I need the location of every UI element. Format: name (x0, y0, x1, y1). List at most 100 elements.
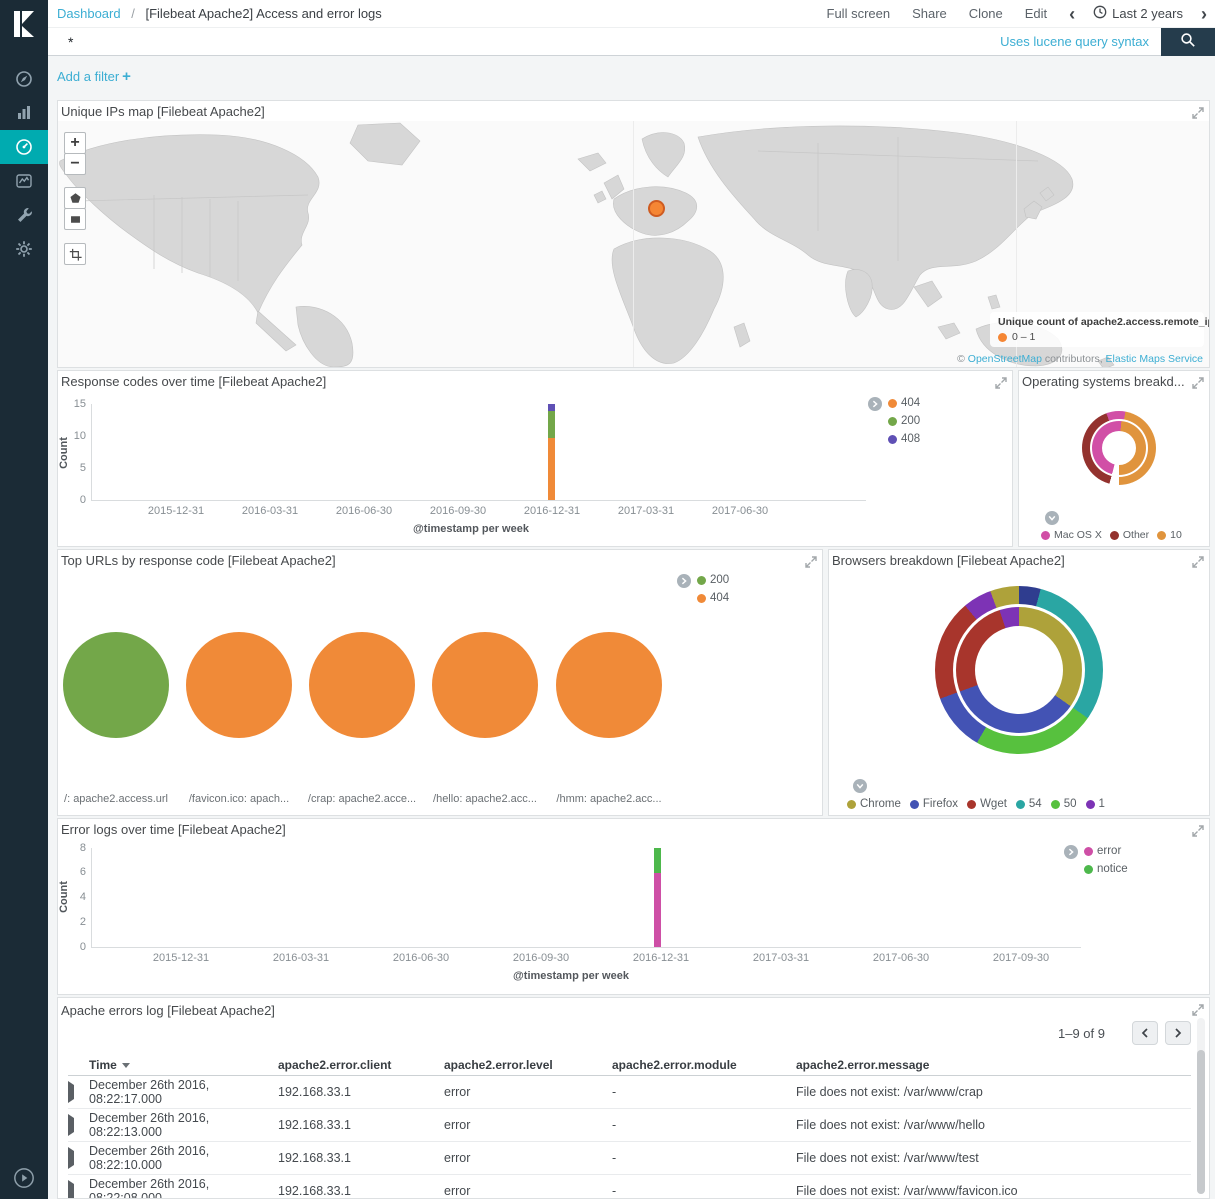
y-tick: 5 (62, 462, 86, 474)
legend-label: 10 (1170, 529, 1182, 541)
legend-label: 200 (901, 415, 920, 427)
row-expand-icon[interactable] (68, 1114, 74, 1136)
legend-item-404[interactable]: 404 (888, 397, 920, 409)
crop-tool-button[interactable] (64, 243, 86, 265)
expand-panel-icon[interactable] (1192, 376, 1204, 388)
search-button[interactable] (1161, 28, 1215, 56)
zoom-out-button[interactable]: − (64, 153, 86, 175)
legend-label: Firefox (923, 798, 958, 810)
openstreetmap-link[interactable]: OpenStreetMap (968, 353, 1042, 365)
pie-url-crap[interactable] (309, 632, 415, 738)
legend-dot (847, 800, 856, 809)
pie-url-hello[interactable] (432, 632, 538, 738)
legend-item-200[interactable]: 200 (697, 574, 729, 586)
share-button[interactable]: Share (912, 6, 947, 21)
expand-panel-icon[interactable] (1192, 824, 1204, 836)
sidebar-item-visualize[interactable] (0, 96, 48, 130)
legend-toggle-button[interactable] (1045, 511, 1059, 525)
legend-toggle-button[interactable] (1064, 845, 1078, 859)
pie-label: /: apache2.access.url (64, 793, 168, 805)
chevron-right-icon (1174, 1028, 1182, 1038)
x-tick: 2017-03-31 (753, 952, 809, 964)
legend-item-notice[interactable]: notice (1084, 863, 1128, 875)
full-screen-button[interactable]: Full screen (827, 6, 891, 21)
pie-url-hmm[interactable] (556, 632, 662, 738)
sidebar-item-management[interactable] (0, 232, 48, 266)
legend-toggle-button[interactable] (853, 779, 867, 793)
pagination-next-button[interactable] (1165, 1021, 1191, 1045)
expand-panel-icon[interactable] (1192, 1003, 1204, 1015)
y-tick: 10 (62, 430, 86, 442)
pagination-prev-button[interactable] (1132, 1021, 1158, 1045)
panel-apache-errors-log: Apache errors log [Filebeat Apache2] 1–9… (57, 997, 1210, 1199)
sidebar-item-dev-tools[interactable] (0, 198, 48, 232)
column-header-time[interactable]: Time (89, 1058, 278, 1072)
pie-url-favicon[interactable] (186, 632, 292, 738)
legend-toggle-button[interactable] (868, 397, 882, 411)
time-back-button[interactable]: ‹ (1069, 5, 1075, 23)
legend-label: 404 (901, 397, 920, 409)
legend-item-54[interactable]: 54 (1016, 798, 1042, 810)
legend-dot (1084, 865, 1093, 874)
legend-item-50[interactable]: 50 (1051, 798, 1077, 810)
row-expand-icon[interactable] (68, 1147, 74, 1169)
legend-item-200[interactable]: 200 (888, 415, 920, 427)
bar-segment-404[interactable] (548, 438, 555, 500)
legend-label: Wget (980, 798, 1007, 810)
bar-segment-error[interactable] (654, 873, 661, 947)
query-bar: Uses lucene query syntax (48, 28, 1215, 56)
legend-item-chrome[interactable]: Chrome (847, 798, 901, 810)
world-map[interactable]: + − Unique count of apache2.access.remot… (58, 121, 1209, 367)
legend-toggle-button[interactable] (677, 574, 691, 588)
legend-item-macosx[interactable]: Mac OS X (1041, 529, 1102, 541)
legend-item-404[interactable]: 404 (697, 592, 729, 604)
cell-level: error (444, 1085, 612, 1099)
legend-item-other[interactable]: Other (1110, 529, 1149, 541)
expand-panel-icon[interactable] (805, 555, 817, 567)
legend-item-408[interactable]: 408 (888, 433, 920, 445)
expand-panel-icon[interactable] (1192, 555, 1204, 567)
lucene-syntax-link[interactable]: Uses lucene query syntax (1000, 34, 1149, 49)
chart-legend: Mac OS X Other 10 (1041, 529, 1182, 541)
legend-item-wget[interactable]: Wget (967, 798, 1007, 810)
x-tick: 2016-09-30 (513, 952, 569, 964)
sidebar-item-dashboard[interactable] (0, 130, 48, 164)
edit-button[interactable]: Edit (1025, 6, 1047, 21)
pie-url-root[interactable] (63, 632, 169, 738)
expand-panel-icon[interactable] (1192, 106, 1204, 118)
cell-module: - (612, 1118, 796, 1132)
cell-time: December 26th 2016, 08:22:08.000 (89, 1177, 278, 1199)
polygon-tool-button[interactable] (64, 187, 86, 209)
row-expand-icon[interactable] (68, 1081, 74, 1103)
zoom-in-button[interactable]: + (64, 132, 86, 154)
add-filter-button[interactable]: Add a filter+ (57, 69, 131, 84)
legend-item-1[interactable]: 1 (1086, 798, 1105, 810)
sidebar-collapse-button[interactable] (13, 1167, 35, 1189)
rectangle-tool-button[interactable] (64, 208, 86, 230)
legend-item-firefox[interactable]: Firefox (910, 798, 958, 810)
search-query-input[interactable] (48, 28, 1000, 55)
table-row: December 26th 2016, 08:22:08.000 192.168… (68, 1175, 1191, 1199)
legend-label: 404 (710, 592, 729, 604)
kibana-logo[interactable] (7, 7, 41, 41)
breadcrumb: Dashboard / [Filebeat Apache2] Access an… (57, 6, 382, 21)
table-header: Time apache2.error.client apache2.error.… (68, 1054, 1191, 1076)
bar-segment-200[interactable] (548, 411, 555, 438)
time-picker-button[interactable]: Last 2 years (1093, 5, 1183, 22)
legend-item-10[interactable]: 10 (1157, 529, 1182, 541)
elastic-maps-service-link[interactable]: Elastic Maps Service (1106, 353, 1203, 365)
sidebar-item-timelion[interactable] (0, 164, 48, 198)
time-forward-button[interactable]: › (1201, 5, 1207, 23)
chevron-right-icon (1067, 848, 1075, 856)
geo-marker[interactable] (648, 200, 665, 217)
breadcrumb-dashboard-link[interactable]: Dashboard (57, 6, 121, 21)
expand-panel-icon[interactable] (995, 376, 1007, 388)
row-expand-icon[interactable] (68, 1180, 74, 1199)
sidebar-item-discover[interactable] (0, 62, 48, 96)
scrollbar-thumb[interactable] (1197, 1050, 1205, 1194)
clone-button[interactable]: Clone (969, 6, 1003, 21)
page-title: [Filebeat Apache2] Access and error logs (145, 6, 381, 21)
bar-segment-408[interactable] (548, 404, 555, 411)
legend-item-error[interactable]: error (1084, 845, 1128, 857)
bar-segment-notice[interactable] (654, 848, 661, 873)
